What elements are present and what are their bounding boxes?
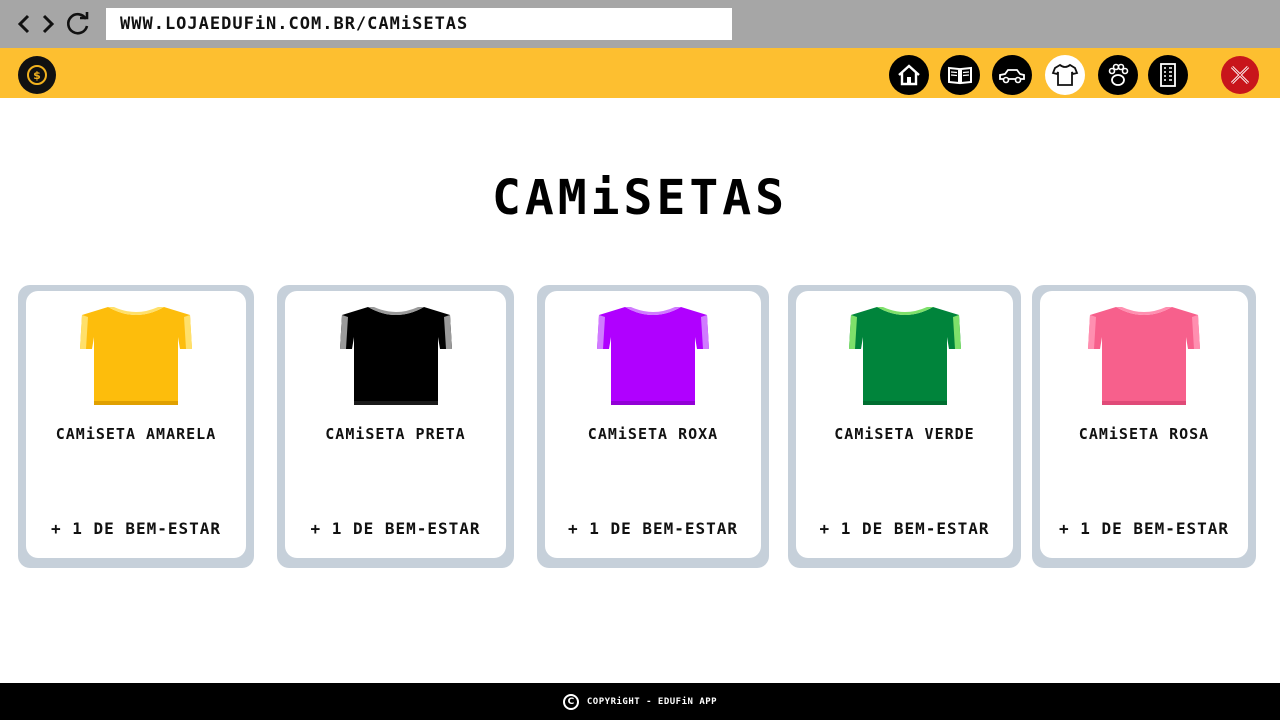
forward-icon[interactable] xyxy=(38,10,58,38)
url-text: WWW.LOJAEDUFiN.COM.BR/CAMiSETAS xyxy=(120,14,469,34)
building-icon[interactable] xyxy=(1148,55,1188,95)
home-icon[interactable] xyxy=(889,55,929,95)
product-name: CAMiSETA ROXA xyxy=(587,425,719,443)
footer: C COPYRiGHT - EDUFiN APP xyxy=(0,683,1280,720)
product-bonus: + 1 DE BEM-ESTAR xyxy=(310,519,481,538)
product-card-roxa[interactable]: CAMiSETA ROXA + 1 DE BEM-ESTAR xyxy=(537,285,769,568)
product-card-amarela[interactable]: CAMiSETA AMARELA + 1 DE BEM-ESTAR xyxy=(18,285,254,568)
address-bar[interactable]: WWW.LOJAEDUFiN.COM.BR/CAMiSETAS xyxy=(106,8,732,40)
shop-header: $ xyxy=(0,48,1280,98)
copyright-icon: C xyxy=(562,693,579,710)
paw-icon[interactable] xyxy=(1098,55,1138,95)
tshirt-purple-icon xyxy=(597,307,709,405)
product-card-verde[interactable]: CAMiSETA VERDE + 1 DE BEM-ESTAR xyxy=(788,285,1021,568)
tshirt-icon[interactable] xyxy=(1045,55,1085,95)
coin-logo-icon[interactable]: $ xyxy=(18,56,56,94)
tshirt-green-icon xyxy=(848,307,961,405)
product-name: CAMiSETA VERDE xyxy=(834,425,975,443)
page-title: CAMiSETAS xyxy=(491,170,789,226)
tshirt-yellow-icon xyxy=(80,307,192,405)
product-name: CAMiSETA AMARELA xyxy=(55,425,217,443)
product-name: CAMiSETA ROSA xyxy=(1078,425,1210,443)
product-bonus: + 1 DE BEM-ESTAR xyxy=(50,519,222,538)
reload-icon[interactable] xyxy=(64,10,92,38)
tshirt-pink-icon xyxy=(1088,307,1200,405)
product-card-preta[interactable]: CAMiSETA PRETA + 1 DE BEM-ESTAR xyxy=(277,285,514,568)
footer-text: COPYRiGHT - EDUFiN APP xyxy=(586,696,718,707)
car-icon[interactable] xyxy=(992,55,1032,95)
product-bonus: + 1 DE BEM-ESTAR xyxy=(1058,519,1230,538)
product-name: CAMiSETA PRETA xyxy=(325,425,466,443)
tshirt-black-icon xyxy=(339,307,452,405)
product-card-rosa[interactable]: CAMiSETA ROSA + 1 DE BEM-ESTAR xyxy=(1032,285,1256,568)
browser-toolbar: WWW.LOJAEDUFiN.COM.BR/CAMiSETAS xyxy=(0,0,1280,48)
product-bonus: + 1 DE BEM-ESTAR xyxy=(567,519,739,538)
product-bonus: + 1 DE BEM-ESTAR xyxy=(819,519,990,538)
close-icon[interactable] xyxy=(1221,56,1259,94)
book-icon[interactable] xyxy=(940,55,980,95)
back-icon[interactable] xyxy=(14,10,34,38)
